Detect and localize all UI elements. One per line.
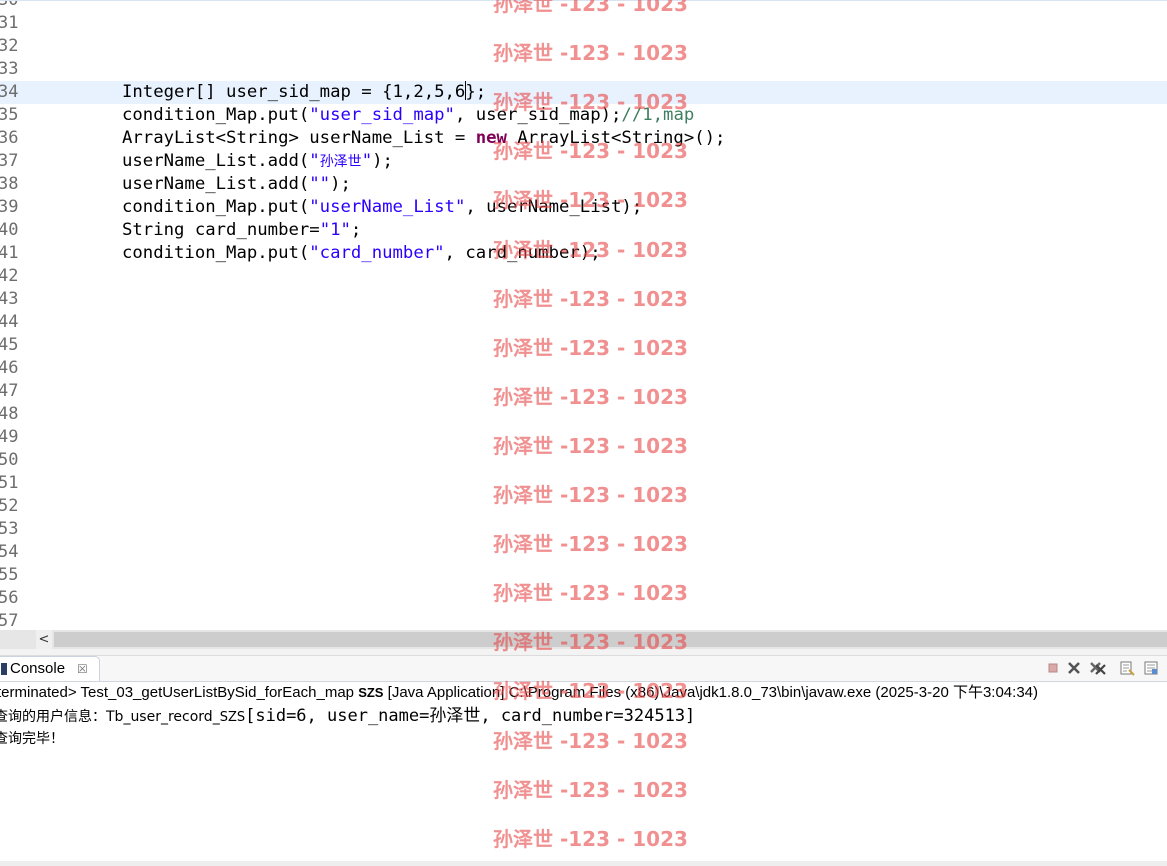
- code-line[interactable]: 48: [0, 403, 1167, 426]
- code-line[interactable]: 40 String card_number="1";: [0, 219, 1167, 242]
- line-number: 41: [0, 243, 19, 263]
- line-number: 56: [0, 588, 19, 608]
- code-line[interactable]: 42: [0, 265, 1167, 288]
- code-line[interactable]: 33: [0, 58, 1167, 81]
- code-line[interactable]: 41 condition_Map.put("card_number", card_…: [0, 242, 1167, 265]
- code-line[interactable]: 55: [0, 564, 1167, 587]
- code-line[interactable]: 47: [0, 380, 1167, 403]
- line-number: 45: [0, 335, 19, 355]
- line-number: 50: [0, 450, 19, 470]
- remove-launch-icon[interactable]: [1066, 660, 1082, 676]
- code-line[interactable]: 31: [0, 12, 1167, 35]
- line-number: 51: [0, 473, 19, 493]
- line-number: 40: [0, 220, 19, 240]
- code-line[interactable]: 50: [0, 449, 1167, 472]
- code-line[interactable]: 35 condition_Map.put("user_sid_map", user…: [0, 104, 1167, 127]
- scroll-left-arrow-icon[interactable]: <: [36, 630, 52, 649]
- code-text: condition_Map.put("userName_List", userN…: [122, 197, 643, 217]
- code-text: Integer[] user_sid_map = {1,2,5,6};: [122, 81, 487, 102]
- code-line[interactable]: 32: [0, 35, 1167, 58]
- line-number: 47: [0, 381, 19, 401]
- status-suffix: [Java Application] C:\Program Files (x86…: [387, 684, 1038, 701]
- line-number: 54: [0, 542, 19, 562]
- watermark-text: 孙泽世 -123 - 1023: [493, 827, 688, 851]
- line-number: 52: [0, 496, 19, 516]
- code-text: condition_Map.put("user_sid_map", user_s…: [122, 105, 695, 125]
- code-line[interactable]: 46: [0, 357, 1167, 380]
- line-number: 33: [0, 59, 19, 79]
- code-line[interactable]: 36 ArrayList<String> userName_List = new …: [0, 127, 1167, 150]
- bottom-status-bar: [0, 861, 1167, 866]
- code-line[interactable]: 34 Integer[] user_sid_map = {1,2,5,6};: [0, 81, 1167, 104]
- line-number: 57: [0, 611, 19, 630]
- clear-console-icon[interactable]: [1119, 660, 1135, 676]
- code-text: userName_List.add("孙泽世");: [122, 151, 393, 171]
- line-number: 49: [0, 427, 19, 447]
- console-output-line: 查询的用户信息：Tb_user_record_SZS[sid=6, user_n…: [0, 705, 1167, 727]
- status-prefix: terminated> Test_03_getUserListBySid_for…: [0, 684, 355, 701]
- console-output[interactable]: 查询的用户信息：Tb_user_record_SZS[sid=6, user_n…: [0, 705, 1167, 749]
- code-line[interactable]: 39 condition_Map.put("userName_List", use…: [0, 196, 1167, 219]
- scroll-lock-icon[interactable]: [1143, 660, 1159, 676]
- code-line[interactable]: 44: [0, 311, 1167, 334]
- line-number: 30: [0, 0, 19, 10]
- code-line[interactable]: 54: [0, 541, 1167, 564]
- code-text: userName_List.add("");: [122, 174, 351, 194]
- code-text: String card_number="1";: [122, 220, 362, 240]
- line-number: 35: [0, 105, 19, 125]
- output-line1-prefix: 查询的用户信息：Tb_user_record_: [0, 709, 220, 725]
- console-output-line: 查询完毕！: [0, 727, 1167, 749]
- tab-close-icon[interactable]: ☒: [77, 659, 88, 679]
- editor-horizontal-scrollbar[interactable]: <: [0, 630, 1167, 649]
- console-status-line: terminated> Test_03_getUserListBySid_for…: [0, 682, 1167, 703]
- text-caret: [465, 81, 467, 100]
- code-line[interactable]: 49: [0, 426, 1167, 449]
- line-number: 44: [0, 312, 19, 332]
- code-line[interactable]: 56: [0, 587, 1167, 610]
- line-number: 42: [0, 266, 19, 286]
- code-line[interactable]: 30: [0, 0, 1167, 12]
- tab-console[interactable]: Console ☒: [0, 656, 100, 681]
- code-line[interactable]: 51: [0, 472, 1167, 495]
- line-number: 36: [0, 128, 19, 148]
- line-number: 34: [0, 82, 19, 102]
- terminate-icon[interactable]: [1045, 660, 1061, 676]
- line-number: 46: [0, 358, 19, 378]
- code-line[interactable]: 52: [0, 495, 1167, 518]
- remove-all-terminated-icon[interactable]: [1089, 660, 1106, 676]
- status-szs: SZS: [358, 685, 384, 700]
- scrollbar-thumb[interactable]: [54, 632, 1167, 647]
- console-tab-bar: Console ☒: [0, 656, 1167, 682]
- line-number: 48: [0, 404, 19, 424]
- code-line[interactable]: 45: [0, 334, 1167, 357]
- output-line1-szs: SZS: [219, 710, 246, 725]
- line-number: 38: [0, 174, 19, 194]
- code-text: ArrayList<String> userName_List = new Ar…: [122, 128, 726, 148]
- code-line[interactable]: 38 userName_List.add("");: [0, 173, 1167, 196]
- code-text: condition_Map.put("card_number", card_nu…: [122, 243, 601, 263]
- watermark-text: 孙泽世 -123 - 1023: [493, 778, 688, 802]
- code-line[interactable]: 53: [0, 518, 1167, 541]
- code-editor[interactable]: 30 31 32 33 34 Integer[] user_sid_map = {1,2,…: [0, 0, 1167, 630]
- line-number: 32: [0, 36, 19, 56]
- output-line2: 查询完毕！: [0, 731, 64, 747]
- code-line[interactable]: 37 userName_List.add("孙泽世");: [0, 150, 1167, 173]
- tab-console-label: Console: [10, 660, 66, 677]
- console-icon: [1, 663, 7, 675]
- line-number: 53: [0, 519, 19, 539]
- panel-separator[interactable]: [0, 649, 1167, 656]
- line-number: 43: [0, 289, 19, 309]
- line-number: 55: [0, 565, 19, 585]
- line-number: 37: [0, 151, 19, 171]
- line-number: 39: [0, 197, 19, 217]
- code-line[interactable]: 57: [0, 610, 1167, 630]
- code-line[interactable]: 43: [0, 288, 1167, 311]
- line-number: 31: [0, 13, 19, 33]
- output-line1-suffix: [sid=6, user_name=孙泽世, card_number=32451…: [245, 706, 696, 726]
